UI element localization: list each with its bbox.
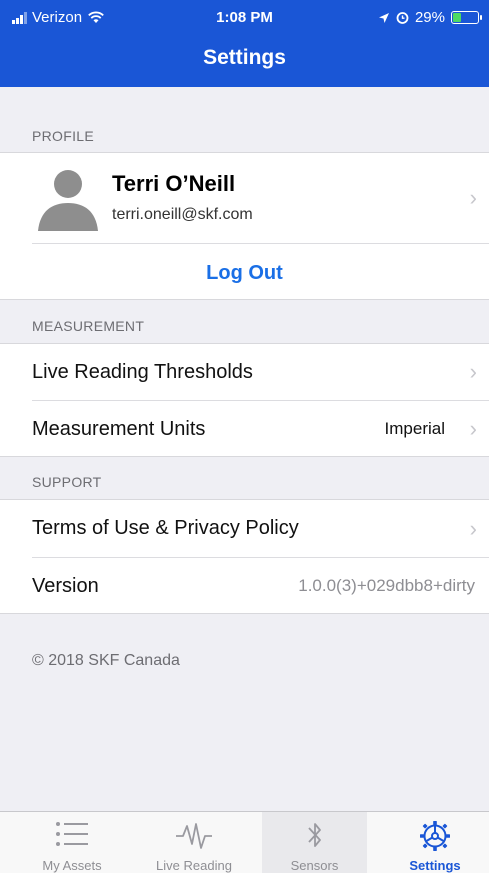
section-header-support: SUPPORT	[32, 474, 102, 490]
list-icon	[56, 822, 88, 846]
measurement-units-value: Imperial	[384, 419, 445, 438]
tab-bar: My Assets Live Reading Sensors Settings	[0, 811, 489, 873]
avatar-icon	[38, 170, 98, 231]
tab-my-assets[interactable]: My Assets	[17, 812, 127, 873]
version-value: 1.0.0(3)+029dbb8+dirty	[298, 576, 475, 595]
log-out-button[interactable]: Log Out	[0, 262, 489, 285]
waveform-icon	[176, 823, 212, 849]
battery-icon	[451, 11, 482, 24]
chevron-right-icon: ›	[469, 515, 477, 541]
top-header: Verizon 1:08 PM 29% Settings	[0, 0, 489, 87]
profile-name: Terri O’Neill	[112, 171, 236, 196]
measurement-units-row[interactable]: Measurement Units Imperial ›	[0, 401, 489, 457]
row-label: Terms of Use & Privacy Policy	[32, 517, 299, 539]
profile-email: terri.oneill@skf.com	[112, 206, 253, 223]
status-right: 29%	[378, 9, 482, 26]
profile-row[interactable]: Terri O’Neill terri.oneill@skf.com ›	[0, 153, 489, 243]
chevron-right-icon: ›	[469, 185, 477, 210]
chevron-right-icon: ›	[469, 359, 477, 384]
separator	[32, 243, 489, 244]
settings-gear-icon	[420, 821, 450, 851]
live-reading-thresholds-row[interactable]: Live Reading Thresholds ›	[0, 344, 489, 400]
status-bar: Verizon 1:08 PM 29%	[0, 0, 489, 36]
tab-label: Live Reading	[156, 858, 232, 873]
battery-percent: 29%	[414, 9, 445, 26]
location-arrow-icon	[378, 12, 389, 23]
tab-sensors[interactable]: Sensors	[262, 812, 367, 873]
row-label: Live Reading Thresholds	[32, 360, 253, 383]
tab-settings[interactable]: Settings	[382, 812, 488, 873]
row-label: Measurement Units	[32, 417, 206, 440]
section-header-measurement: MEASUREMENT	[32, 318, 145, 334]
tab-live-reading[interactable]: Live Reading	[139, 812, 249, 873]
page-title: Settings	[203, 46, 286, 69]
tab-label: My Assets	[42, 858, 102, 873]
version-row: Version 1.0.0(3)+029dbb8+dirty	[0, 558, 489, 614]
tab-label: Sensors	[290, 858, 339, 873]
alarm-icon	[396, 12, 409, 24]
row-label: Version	[32, 574, 99, 597]
section-header-profile: PROFILE	[32, 128, 95, 144]
copyright-text: © 2018 SKF Canada	[32, 652, 180, 669]
bluetooth-icon	[307, 823, 321, 847]
tab-label: Settings	[409, 858, 461, 873]
terms-privacy-row[interactable]: Terms of Use & Privacy Policy ›	[0, 500, 489, 557]
chevron-right-icon: ›	[469, 416, 477, 441]
